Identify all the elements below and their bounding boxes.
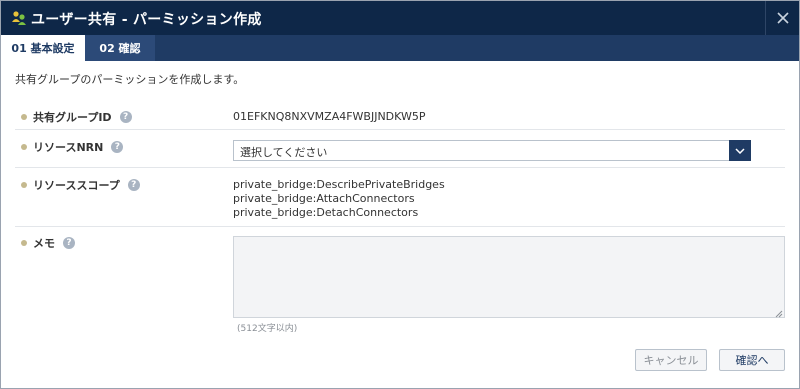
- scope-item: private_bridge:AttachConnectors: [233, 192, 415, 205]
- dialog-titlebar: ユーザー共有 - パーミッション作成: [1, 1, 799, 35]
- bullet-icon: [21, 182, 27, 188]
- memo-label-text: メモ: [33, 237, 55, 250]
- resource-nrn-label: リソースNRN ?: [21, 139, 124, 155]
- dialog-title: ユーザー共有 - パーミッション作成: [31, 12, 262, 28]
- resource-scope-label: リソーススコープ ?: [21, 177, 140, 193]
- resource-nrn-label-text: リソースNRN: [33, 141, 104, 154]
- confirm-button[interactable]: 確認へ: [719, 349, 785, 371]
- memo-label: メモ ?: [21, 235, 75, 251]
- help-icon[interactable]: ?: [111, 141, 124, 153]
- bullet-icon: [21, 144, 27, 150]
- row-divider: [15, 129, 785, 130]
- group-id-label: 共有グループID ?: [21, 109, 132, 125]
- intro-text: 共有グループのパーミッションを作成します。: [15, 73, 245, 86]
- group-id-value: 01EFKNQ8NXVMZA4FWBJJNDKW5P: [233, 110, 426, 123]
- resize-grip-icon[interactable]: [775, 308, 783, 318]
- scope-item: private_bridge:DescribePrivateBridges: [233, 178, 445, 191]
- scope-item: private_bridge:DetachConnectors: [233, 206, 419, 219]
- resource-nrn-selected-value: 選択してください: [240, 146, 328, 159]
- close-button[interactable]: [765, 1, 799, 35]
- help-icon[interactable]: ?: [63, 237, 75, 249]
- memo-length-hint: (512文字以内): [237, 324, 298, 334]
- memo-textarea[interactable]: [233, 236, 785, 318]
- cancel-button[interactable]: キャンセル: [635, 349, 707, 371]
- chevron-down-icon[interactable]: [729, 140, 751, 161]
- help-icon[interactable]: ?: [119, 111, 132, 123]
- tab-bar: 01 基本設定 02 確認: [1, 35, 799, 61]
- close-icon[interactable]: [776, 12, 789, 24]
- row-divider: [15, 167, 785, 168]
- tab-confirm[interactable]: 02 確認: [85, 35, 155, 61]
- resource-nrn-select[interactable]: 選択してください: [233, 140, 751, 161]
- bullet-icon: [21, 240, 27, 246]
- resource-scope-label-text: リソーススコープ: [33, 179, 120, 192]
- row-divider: [15, 226, 785, 227]
- resource-scope-list: private_bridge:DescribePrivateBridges pr…: [233, 178, 445, 220]
- group-id-label-text: 共有グループID: [33, 111, 112, 124]
- help-icon[interactable]: ?: [127, 179, 140, 191]
- people-group-icon: [11, 10, 27, 26]
- permission-create-dialog: ユーザー共有 - パーミッション作成 01 基本設定 02 確認 共有グループの…: [0, 0, 800, 389]
- bullet-icon: [21, 114, 27, 120]
- tab-basic-settings[interactable]: 01 基本設定: [1, 35, 85, 61]
